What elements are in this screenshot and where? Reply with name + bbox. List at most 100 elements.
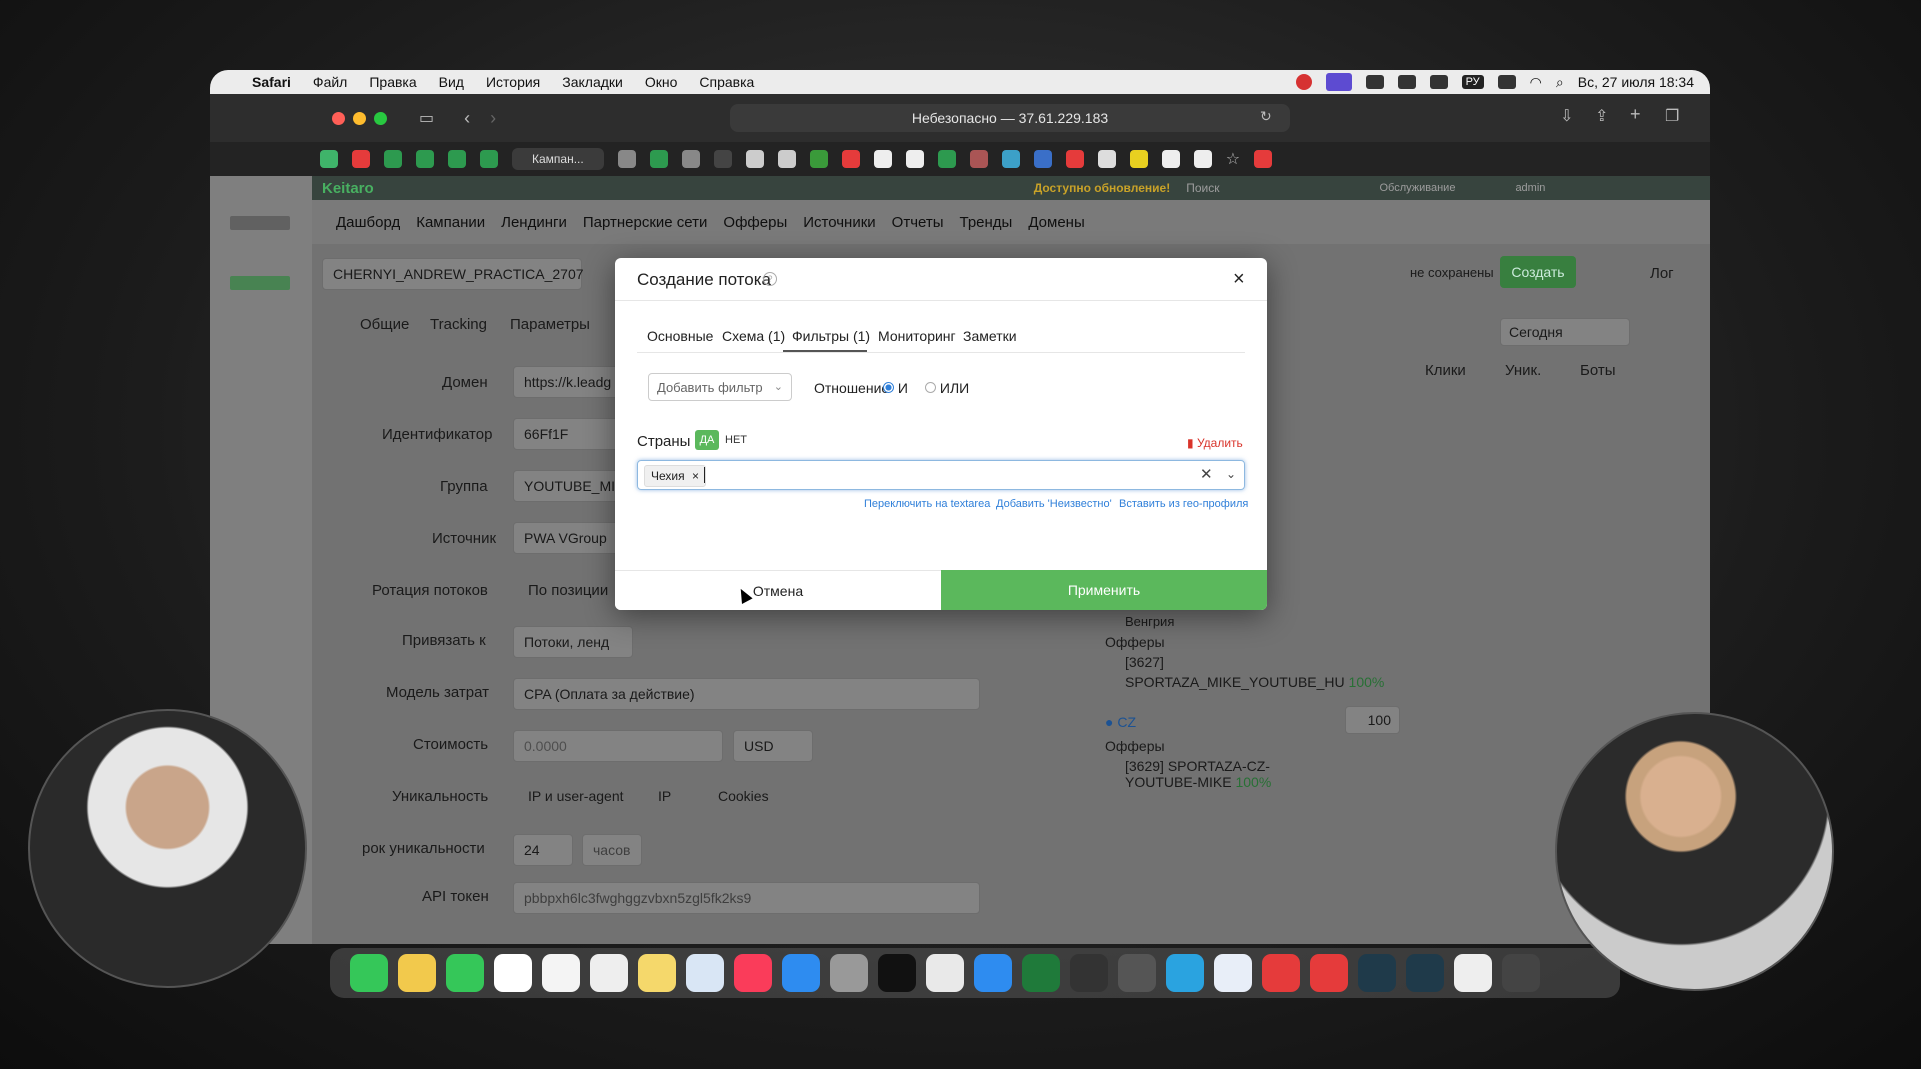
record-icon[interactable] bbox=[1295, 74, 1312, 90]
spotlight-icon[interactable]: ⌕ bbox=[1556, 74, 1564, 91]
tab-favicon-icon[interactable] bbox=[777, 150, 796, 168]
screen-share-icon[interactable] bbox=[1325, 73, 1352, 91]
tab-favicon-icon[interactable] bbox=[745, 150, 764, 168]
menu-history[interactable]: История bbox=[486, 74, 540, 90]
help-icon[interactable]: ? bbox=[763, 272, 777, 286]
chevron-down-icon[interactable]: ⌄ bbox=[1226, 467, 1236, 481]
share-icon[interactable]: ⇪ bbox=[1595, 106, 1608, 126]
reload-icon[interactable]: ↻ bbox=[1260, 108, 1272, 125]
tab-favicon-icon[interactable] bbox=[681, 150, 700, 168]
tab-favicon-icon[interactable] bbox=[809, 150, 828, 168]
menu-help[interactable]: Справка bbox=[699, 74, 754, 90]
menubar-datetime[interactable]: Вс, 27 июля 18:34 bbox=[1578, 74, 1694, 90]
input-language[interactable]: РУ bbox=[1461, 75, 1484, 89]
safari-icon[interactable] bbox=[974, 954, 1012, 992]
tab-favicon-icon[interactable] bbox=[352, 150, 370, 168]
minimize-window-button[interactable] bbox=[353, 111, 366, 125]
app-icon[interactable] bbox=[1022, 954, 1060, 992]
photos-icon[interactable] bbox=[398, 954, 436, 992]
tab-favicon-icon[interactable] bbox=[873, 150, 892, 168]
chrome-icon[interactable] bbox=[926, 954, 964, 992]
downloads-icon[interactable]: ⇩ bbox=[1560, 106, 1573, 126]
app-icon[interactable] bbox=[1454, 954, 1492, 992]
wifi-icon[interactable]: ◠ bbox=[1530, 74, 1542, 91]
bookmark-star-icon[interactable]: ☆ bbox=[1226, 149, 1240, 169]
add-unknown-link[interactable]: Добавить 'Неизвестно' bbox=[996, 498, 1112, 510]
tab-favicon-icon[interactable] bbox=[649, 150, 668, 168]
status-icon[interactable] bbox=[1365, 75, 1384, 89]
menu-view[interactable]: Вид bbox=[439, 74, 464, 90]
tab-favicon-icon[interactable] bbox=[617, 150, 636, 168]
switch-to-textarea-link[interactable]: Переключить на textarea bbox=[864, 498, 990, 510]
freeform-icon[interactable] bbox=[686, 954, 724, 992]
tab-favicon-icon[interactable] bbox=[905, 150, 924, 168]
tab-favicon-icon[interactable] bbox=[713, 150, 732, 168]
tab-favicon-icon[interactable] bbox=[1097, 150, 1116, 168]
clear-icon[interactable]: ✕ bbox=[1200, 465, 1213, 483]
tab-favicon-icon[interactable] bbox=[416, 150, 434, 168]
app-store-icon[interactable] bbox=[782, 954, 820, 992]
tab-favicon-icon[interactable] bbox=[841, 150, 860, 168]
tab-favicon-icon[interactable] bbox=[1001, 150, 1020, 168]
filter-yes-button[interactable]: ДА bbox=[695, 430, 719, 450]
status-icon[interactable] bbox=[1397, 75, 1416, 89]
tab-notes[interactable]: Заметки bbox=[963, 328, 1017, 344]
tab-favicon-icon[interactable] bbox=[1161, 150, 1180, 168]
music-icon[interactable] bbox=[734, 954, 772, 992]
tab-monitoring[interactable]: Мониторинг bbox=[878, 328, 956, 344]
filter-no-button[interactable]: НЕТ bbox=[723, 430, 749, 450]
calendar-icon[interactable] bbox=[494, 954, 532, 992]
menu-window[interactable]: Окно bbox=[645, 74, 678, 90]
sidebar-icon[interactable]: ▭ bbox=[419, 108, 434, 128]
tab-basic[interactable]: Основные bbox=[647, 328, 713, 344]
insert-geo-profile-link[interactable]: Вставить из гео-профиля bbox=[1119, 498, 1248, 510]
battery-icon[interactable] bbox=[1497, 75, 1516, 89]
tab-favicon-icon[interactable] bbox=[1193, 150, 1212, 168]
forward-icon[interactable]: › bbox=[490, 108, 496, 129]
relation-or-radio[interactable]: ИЛИ bbox=[925, 380, 969, 396]
app-icon[interactable] bbox=[1502, 954, 1540, 992]
tab-favicon-icon[interactable] bbox=[384, 150, 402, 168]
menu-file[interactable]: Файл bbox=[313, 74, 347, 90]
tab-favicon-icon[interactable] bbox=[937, 150, 956, 168]
add-filter-select[interactable]: Добавить фильтр ⌄ bbox=[648, 373, 792, 401]
reminders-icon[interactable] bbox=[542, 954, 580, 992]
apply-button[interactable]: Применить bbox=[941, 570, 1267, 610]
menu-app-name[interactable]: Safari bbox=[252, 74, 291, 90]
anydesk-icon[interactable] bbox=[1310, 954, 1348, 992]
active-tab[interactable]: Кампан... bbox=[512, 148, 604, 170]
back-icon[interactable]: ‹ bbox=[464, 108, 470, 129]
tab-favicon-icon[interactable] bbox=[1033, 150, 1052, 168]
app-icon[interactable] bbox=[1214, 954, 1252, 992]
tab-favicon-icon[interactable] bbox=[969, 150, 988, 168]
facetime-icon[interactable] bbox=[446, 954, 484, 992]
app-icon[interactable] bbox=[1118, 954, 1156, 992]
telegram-icon[interactable] bbox=[1166, 954, 1204, 992]
remove-tag-icon[interactable]: × bbox=[692, 469, 699, 483]
messages-icon[interactable] bbox=[350, 954, 388, 992]
menu-edit[interactable]: Правка bbox=[369, 74, 416, 90]
tab-favicon-icon[interactable] bbox=[1254, 150, 1273, 168]
new-tab-icon[interactable]: + bbox=[1630, 104, 1641, 125]
country-tag[interactable]: Чехия × bbox=[644, 465, 706, 487]
close-window-button[interactable] bbox=[332, 111, 345, 125]
tab-filters[interactable]: Фильтры (1) bbox=[792, 328, 870, 344]
cancel-button[interactable]: Отмена bbox=[615, 570, 941, 610]
app-icon[interactable] bbox=[878, 954, 916, 992]
relation-and-radio[interactable]: И bbox=[883, 380, 908, 396]
tab-favicon-icon[interactable] bbox=[1065, 150, 1084, 168]
anydesk-icon[interactable] bbox=[1262, 954, 1300, 992]
address-bar[interactable]: Небезопасно — 37.61.229.183 bbox=[730, 104, 1290, 132]
countries-tag-input[interactable]: Чехия × ✕ ⌄ bbox=[637, 460, 1245, 490]
notes-icon[interactable] bbox=[638, 954, 676, 992]
zoom-window-button[interactable] bbox=[374, 111, 387, 125]
tab-favicon-icon[interactable] bbox=[448, 150, 466, 168]
chatgpt-icon[interactable] bbox=[590, 954, 628, 992]
settings-icon[interactable] bbox=[830, 954, 868, 992]
tab-overview-icon[interactable]: ❐ bbox=[1665, 106, 1679, 126]
menu-bookmarks[interactable]: Закладки bbox=[562, 74, 623, 90]
tab-favicon-icon[interactable] bbox=[1129, 150, 1148, 168]
tab-favicon-icon[interactable] bbox=[480, 150, 498, 168]
close-icon[interactable]: × bbox=[1233, 268, 1245, 291]
volume-icon[interactable] bbox=[1429, 75, 1448, 89]
